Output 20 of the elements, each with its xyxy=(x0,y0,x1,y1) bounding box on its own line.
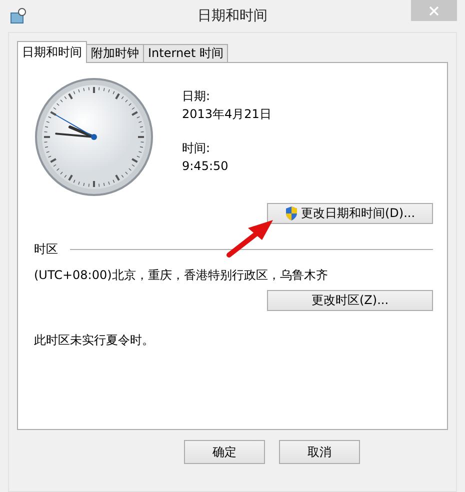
date-label: 日期: xyxy=(182,88,210,105)
clock-window-icon xyxy=(10,8,26,24)
change-date-time-button[interactable]: 更改日期和时间(D)... xyxy=(267,203,433,224)
dialog-button[interactable]: 确定 xyxy=(184,440,265,464)
dst-note: 此时区未实行夏令时。 xyxy=(34,332,154,349)
tab[interactable]: 日期和时间 xyxy=(17,41,87,63)
change-time-zone-button[interactable]: 更改时区(Z)... xyxy=(267,290,433,311)
close-button[interactable] xyxy=(411,0,457,21)
date-value: 2013年4月21日 xyxy=(182,106,272,123)
time-zone-value: (UTC+08:00)北京，重庆，香港特别行政区，乌鲁木齐 xyxy=(34,267,328,284)
time-value: 9:45:50 xyxy=(182,158,228,175)
tab[interactable]: Internet 时间 xyxy=(143,44,228,63)
shield-icon xyxy=(284,206,298,221)
annotation-arrow xyxy=(226,218,276,258)
time-zone-heading: 时区 xyxy=(34,241,58,258)
tab[interactable]: 附加时钟 xyxy=(86,44,144,63)
time-label: 时间: xyxy=(182,140,210,157)
window-title: 日期和时间 xyxy=(198,7,268,25)
close-icon xyxy=(429,6,439,16)
dialog-button[interactable]: 取消 xyxy=(279,440,360,464)
